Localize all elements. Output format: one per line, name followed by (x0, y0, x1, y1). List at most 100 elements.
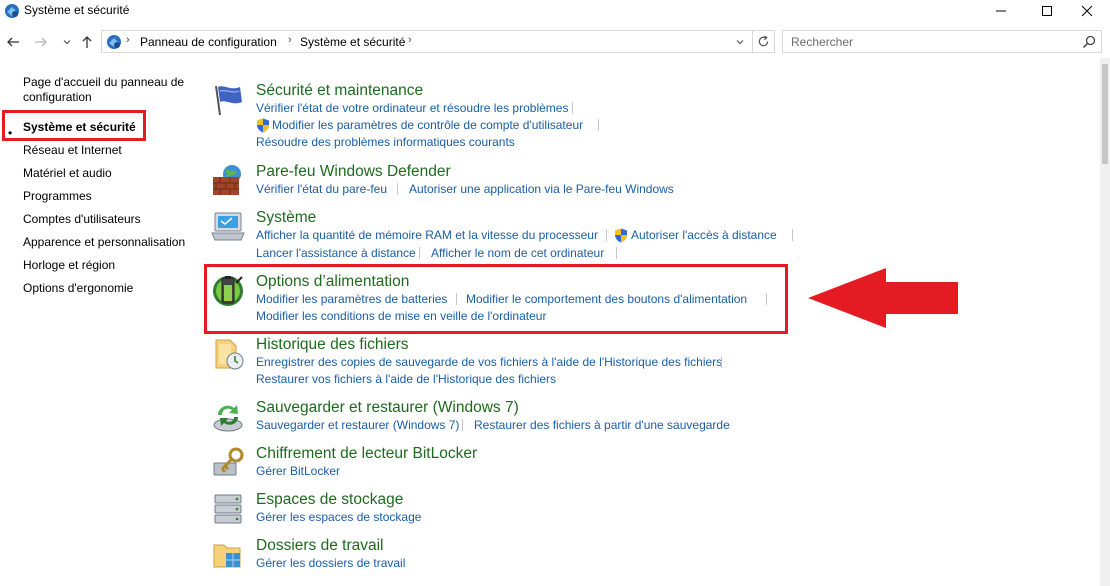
backup-restore-icon (213, 405, 243, 432)
section-title[interactable]: Sécurité et maintenance (256, 82, 423, 100)
link-row: Modifier les paramètres de contrôle de c… (256, 118, 816, 134)
link-backup-file-history[interactable]: Enregistrer des copies de sauvegarde de … (256, 355, 722, 369)
highlight-box-power (204, 264, 788, 334)
sidebar-item-clock-region[interactable]: Horloge et région (23, 257, 115, 273)
section-title[interactable]: Système (256, 209, 316, 227)
maximize-icon (1042, 6, 1052, 16)
link-remote-assistance[interactable]: Lancer l'assistance à distance (256, 246, 416, 260)
red-arrow-icon (808, 268, 958, 328)
link-separator (419, 247, 420, 259)
link-separator (462, 419, 463, 431)
uac-shield-icon (615, 228, 627, 243)
control-panel-icon (107, 35, 121, 49)
link-check-status[interactable]: Vérifier l'état de votre ordinateur et r… (256, 101, 568, 115)
link-row: Afficher la quantité de mémoire RAM et l… (256, 228, 816, 244)
back-arrow-icon (7, 37, 19, 47)
flag-icon (215, 85, 242, 116)
up-button[interactable] (78, 33, 96, 51)
link-backup-restore-w7[interactable]: Sauvegarder et restaurer (Windows 7) (256, 418, 459, 432)
up-arrow-icon (82, 36, 92, 48)
link-separator (792, 229, 793, 241)
scrollbar-thumb[interactable] (1102, 64, 1108, 164)
minimize-icon (996, 10, 1006, 12)
breadcrumb-system-security[interactable]: Système et sécurité (300, 35, 405, 49)
address-bar[interactable]: › Panneau de configuration › Système et … (101, 30, 775, 53)
sidebar-item-home[interactable]: Page d'accueil du panneau de (23, 74, 184, 90)
section-title[interactable]: Espaces de stockage (256, 491, 403, 509)
section-title[interactable]: Sauvegarder et restaurer (Windows 7) (256, 399, 519, 417)
section-title[interactable]: Pare-feu Windows Defender (256, 163, 451, 181)
link-row: Résoudre des problèmes informatiques cou… (256, 135, 816, 151)
link-row: Gérer les espaces de stockage (256, 510, 816, 526)
forward-arrow-icon (35, 37, 47, 47)
recent-locations-button[interactable] (58, 33, 76, 51)
link-row: Vérifier l'état de votre ordinateur et r… (256, 101, 816, 117)
link-manage-bitlocker[interactable]: Gérer BitLocker (256, 464, 340, 478)
refresh-button[interactable] (752, 31, 774, 52)
link-row: Gérer les dossiers de travail (256, 556, 816, 572)
link-separator (721, 356, 722, 368)
link-separator (572, 102, 573, 114)
breadcrumb-separator-icon[interactable]: › (288, 34, 292, 46)
control-panel-icon (5, 4, 19, 18)
vertical-scrollbar[interactable] (1100, 58, 1110, 586)
close-button[interactable] (1064, 0, 1110, 22)
link-allow-app[interactable]: Autoriser une application via le Pare-fe… (409, 182, 674, 196)
link-restore-file-history[interactable]: Restaurer vos fichiers à l'aide de l'His… (256, 372, 556, 386)
chevron-down-icon (63, 40, 71, 45)
link-manage-storage-spaces[interactable]: Gérer les espaces de stockage (256, 510, 421, 524)
link-remote-access[interactable]: Autoriser l'accès à distance (631, 228, 777, 242)
breadcrumb-separator-icon[interactable]: › (126, 34, 130, 46)
navigation-row: › Panneau de configuration › Système et … (0, 30, 1110, 54)
sidebar-item-user-accounts[interactable]: Comptes d'utilisateurs (23, 211, 141, 227)
link-restore-from-backup[interactable]: Restaurer des fichiers à partir d'une sa… (474, 418, 730, 432)
sidebar-item-network[interactable]: Réseau et Internet (23, 142, 122, 158)
breadcrumb-separator-icon[interactable]: › (408, 34, 412, 46)
breadcrumb-control-panel[interactable]: Panneau de configuration (140, 35, 277, 49)
highlight-box-nav (2, 110, 146, 141)
sidebar-item-ease-of-access[interactable]: Options d'ergonomie (23, 280, 133, 296)
firewall-icon (213, 165, 241, 195)
bitlocker-key-icon (213, 447, 244, 476)
chevron-down-icon (736, 40, 744, 45)
link-troubleshoot[interactable]: Résoudre des problèmes informatiques cou… (256, 135, 515, 149)
back-button[interactable] (4, 33, 22, 51)
link-separator (397, 183, 398, 195)
sidebar-item-home-cont[interactable]: configuration (23, 89, 92, 105)
computer-icon (211, 212, 245, 241)
forward-button[interactable] (32, 33, 50, 51)
sidebar-item-appearance[interactable]: Apparence et personnalisation (23, 234, 185, 250)
title-bar: Système et sécurité (0, 0, 1110, 22)
link-row: Gérer BitLocker (256, 464, 816, 480)
link-computer-name[interactable]: Afficher le nom de cet ordinateur (431, 246, 604, 260)
section-title[interactable]: Chiffrement de lecteur BitLocker (256, 445, 477, 463)
work-folders-icon (213, 544, 241, 568)
sidebar-item-programs[interactable]: Programmes (23, 188, 92, 204)
link-row: Vérifier l'état du pare-feu Autoriser un… (256, 182, 816, 198)
refresh-icon (758, 35, 769, 47)
link-row: Enregistrer des copies de sauvegarde de … (256, 355, 816, 371)
minimize-button[interactable] (978, 0, 1024, 22)
search-icon[interactable] (1081, 34, 1097, 50)
search-placeholder: Rechercher (791, 35, 854, 49)
search-input[interactable]: Rechercher (782, 30, 1102, 53)
sidebar-item-hardware[interactable]: Matériel et audio (23, 165, 112, 181)
file-history-icon (215, 339, 244, 370)
uac-shield-icon (257, 118, 269, 133)
section-title[interactable]: Dossiers de travail (256, 537, 384, 555)
link-uac-settings[interactable]: Modifier les paramètres de contrôle de c… (272, 118, 583, 132)
link-manage-work-folders[interactable]: Gérer les dossiers de travail (256, 556, 405, 570)
link-separator (616, 247, 617, 259)
link-firewall-status[interactable]: Vérifier l'état du pare-feu (256, 182, 387, 196)
link-row: Restaurer vos fichiers à l'aide de l'His… (256, 372, 816, 388)
window-title: Système et sécurité (24, 3, 130, 17)
link-separator (598, 119, 599, 131)
close-icon (1081, 5, 1093, 17)
address-dropdown-button[interactable] (732, 34, 748, 50)
link-ram-speed[interactable]: Afficher la quantité de mémoire RAM et l… (256, 228, 598, 242)
link-separator (606, 229, 607, 241)
section-title[interactable]: Historique des fichiers (256, 336, 408, 354)
storage-spaces-icon (214, 494, 242, 524)
link-row: Sauvegarder et restaurer (Windows 7) Res… (256, 418, 816, 434)
link-row: Lancer l'assistance à distance Afficher … (256, 246, 816, 262)
